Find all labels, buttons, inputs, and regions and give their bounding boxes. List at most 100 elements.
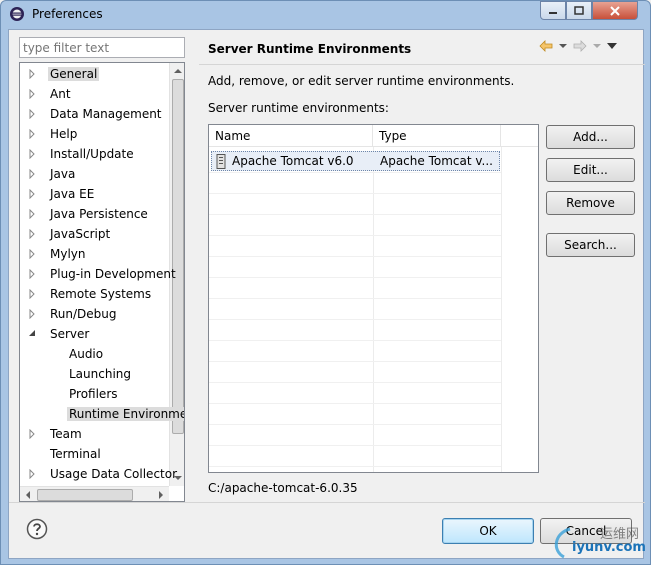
back-menu-chevron-icon[interactable]: [559, 43, 567, 49]
column-header-type[interactable]: Type: [373, 125, 501, 147]
maximize-icon: [574, 6, 584, 15]
row-divider: [209, 340, 501, 341]
tree-item-label: Java EE: [50, 187, 95, 201]
tree-item[interactable]: Server: [20, 325, 169, 345]
collapsed-triangle-icon[interactable]: [28, 249, 36, 259]
tree-item[interactable]: Run/Debug: [20, 305, 169, 325]
ok-button[interactable]: OK: [442, 518, 534, 544]
tree-item[interactable]: Java EE: [20, 185, 169, 205]
row-divider: [209, 445, 501, 446]
add-button[interactable]: Add...: [546, 125, 635, 149]
scroll-right-icon[interactable]: [153, 487, 169, 502]
tree-item[interactable]: Install/Update: [20, 145, 169, 165]
row-divider: [209, 277, 501, 278]
tree-item[interactable]: Audio: [20, 345, 169, 365]
tree-item[interactable]: Usage Data Collector: [20, 465, 177, 485]
tree-item[interactable]: Java: [20, 165, 169, 185]
page-description: Add, remove, or edit server runtime envi…: [208, 74, 515, 88]
view-menu-icon[interactable]: [607, 43, 617, 49]
collapsed-triangle-icon[interactable]: [28, 169, 36, 179]
collapsed-triangle-icon[interactable]: [28, 269, 36, 279]
close-button[interactable]: [592, 1, 638, 20]
collapsed-triangle-icon[interactable]: [28, 209, 36, 219]
minimize-button[interactable]: [540, 1, 566, 20]
row-divider: [209, 403, 501, 404]
runtime-table[interactable]: Name Type Apache Tomcat v6.0 Apache Tomc…: [208, 124, 539, 473]
window-title: Preferences: [32, 7, 103, 21]
tree-item[interactable]: Runtime Environme: [20, 405, 184, 425]
preference-tree[interactable]: General Ant Data Management Help Install/Upd…: [19, 62, 185, 502]
tree-item-label: Run/Debug: [50, 307, 117, 321]
table-row[interactable]: Apache Tomcat v6.0 Apache Tomcat v...: [211, 151, 500, 171]
tree-item-label: Plug-in Development: [50, 267, 176, 281]
tree-item[interactable]: JavaScript: [20, 225, 169, 245]
column-divider: [501, 147, 502, 472]
collapsed-triangle-icon[interactable]: [28, 429, 36, 439]
back-arrow-icon[interactable]: [539, 40, 553, 52]
tree-item[interactable]: Remote Systems: [20, 285, 169, 305]
row-divider: [209, 193, 501, 194]
dialog-client: General Ant Data Management Help Install/Upd…: [8, 29, 646, 559]
maximize-button[interactable]: [566, 1, 592, 20]
tree-item-label: Data Management: [50, 107, 162, 121]
tree-hscroll-thumb[interactable]: [37, 489, 133, 501]
edit-button[interactable]: Edit...: [546, 158, 635, 182]
column-header-name[interactable]: Name: [209, 125, 373, 147]
tree-item[interactable]: Team: [20, 425, 169, 445]
tree-item[interactable]: Mylyn: [20, 245, 169, 265]
collapsed-triangle-icon[interactable]: [28, 189, 36, 199]
filter-input[interactable]: [19, 37, 185, 58]
row-divider: [209, 298, 501, 299]
title-bar[interactable]: Preferences: [1, 1, 650, 28]
forward-menu-chevron-icon[interactable]: [593, 43, 601, 49]
tree-item[interactable]: General: [20, 65, 169, 85]
tree-item-label: Usage Data Collector: [50, 467, 178, 481]
scroll-up-icon[interactable]: [170, 63, 185, 79]
scroll-left-icon[interactable]: [20, 487, 36, 502]
tree-item-label: Launching: [69, 367, 132, 381]
page-title: Server Runtime Environments: [208, 42, 412, 56]
row-divider: [209, 214, 501, 215]
collapsed-triangle-icon[interactable]: [28, 89, 36, 99]
runtime-list-label: Server runtime environments:: [208, 101, 389, 115]
collapsed-triangle-icon[interactable]: [28, 129, 36, 139]
watermark-swirl-icon: [554, 527, 571, 559]
footer-separator: [9, 502, 645, 503]
tree-item-label: Java: [50, 167, 76, 181]
tree-item[interactable]: Java Persistence: [20, 205, 169, 225]
tree-item-label: Team: [50, 427, 82, 441]
collapsed-triangle-icon[interactable]: [28, 229, 36, 239]
collapsed-triangle-icon[interactable]: [28, 69, 36, 79]
tree-item[interactable]: Plug-in Development: [20, 265, 176, 285]
collapsed-triangle-icon[interactable]: [28, 289, 36, 299]
tree-item-label: Ant: [50, 87, 71, 101]
tree-vscroll-thumb[interactable]: [172, 79, 184, 434]
row-divider: [209, 466, 501, 467]
tree-item[interactable]: Help: [20, 125, 169, 145]
tree-item[interactable]: Data Management: [20, 105, 169, 125]
collapsed-triangle-icon[interactable]: [28, 149, 36, 159]
row-divider: [209, 319, 501, 320]
collapsed-triangle-icon[interactable]: [28, 309, 36, 319]
collapsed-triangle-icon[interactable]: [28, 469, 36, 479]
tree-item[interactable]: Ant: [20, 85, 169, 105]
tree-item-label: Terminal: [50, 447, 101, 461]
collapsed-triangle-icon[interactable]: [28, 109, 36, 119]
tree-item[interactable]: Terminal: [20, 445, 169, 465]
row-divider: [209, 361, 501, 362]
tree-item[interactable]: Launching: [20, 365, 169, 385]
tree-item[interactable]: Profilers: [20, 385, 169, 405]
row-divider: [209, 256, 501, 257]
runtime-location: C:/apache-tomcat-6.0.35: [208, 481, 358, 495]
tree-item-label: Install/Update: [50, 147, 134, 161]
remove-button[interactable]: Remove: [546, 191, 635, 215]
help-icon[interactable]: [26, 518, 48, 540]
minimize-icon: [549, 11, 557, 14]
tree-item-label: Runtime Environme: [67, 407, 184, 421]
search-button[interactable]: Search...: [546, 233, 635, 257]
tree-horizontal-scrollbar[interactable]: [20, 486, 169, 502]
header-separator: [199, 64, 645, 65]
runtime-name: Apache Tomcat v6.0: [232, 154, 354, 168]
expanded-triangle-icon[interactable]: [28, 329, 36, 339]
forward-arrow-icon[interactable]: [573, 40, 587, 52]
